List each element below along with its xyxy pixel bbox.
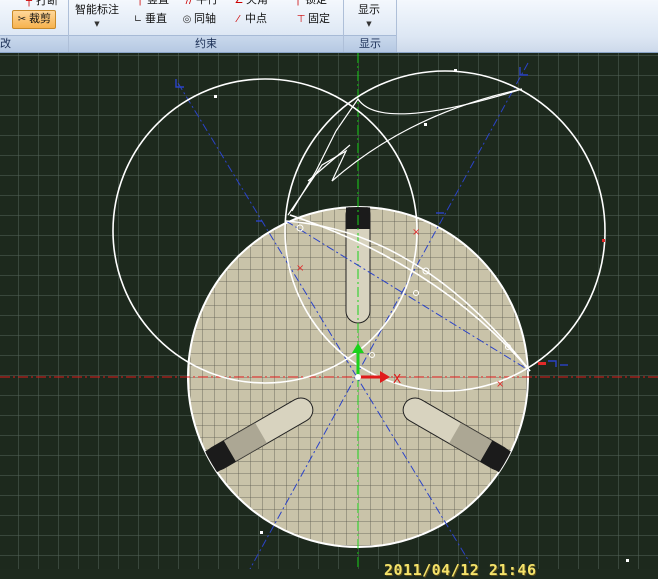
perpendicular-icon: ∟ [133, 14, 143, 25]
perpendicular-constraint-button[interactable]: ∟ 垂直 [131, 12, 167, 27]
midpoint-icon: ⁄ [237, 14, 239, 25]
vertical-icon: │ [136, 0, 144, 6]
lock-icon: ┬ [294, 0, 302, 6]
sketch-canvas[interactable]: × × × X 2011/04/12 21:46 [0, 53, 658, 579]
fixed-icon: ⊤ [296, 14, 306, 25]
x-axis-label: X [393, 372, 401, 386]
svg-text:×: × [296, 263, 304, 274]
midpoint-constraint-button[interactable]: ⁄ 中点 [231, 12, 267, 27]
svg-text:×: × [412, 227, 420, 238]
chevron-down-icon: ▼ [366, 20, 372, 28]
edit-panel: ┼ 打断 ✂ 裁剪 改 [0, 0, 69, 52]
break-button[interactable]: ┼ 打断 [22, 0, 58, 9]
svg-text:×: × [496, 379, 504, 390]
angle-constraint-button[interactable]: ∠夹角 [232, 0, 268, 8]
scissors-icon: ✂ [17, 14, 27, 25]
coaxial-constraint-button[interactable]: ◎ 同轴 [180, 12, 216, 27]
lock-constraint-button[interactable]: ┬锁定 [291, 0, 327, 8]
parallel-icon: // [185, 0, 193, 6]
display-panel: 显示 ▼ 显示 [344, 0, 397, 52]
edit-panel-footer: 改 [0, 35, 68, 52]
trim-button[interactable]: ✂ 裁剪 [12, 10, 56, 29]
coaxial-icon: ◎ [182, 14, 192, 25]
chevron-down-icon: ▼ [94, 20, 100, 28]
photo-timestamp: 2011/04/12 21:46 [384, 561, 537, 579]
constraint-panel: 智能标注 ▼ │竖直 //平行 ∠夹角 ┬锁定 ∟垂直 ◎同轴 ⁄中点 ⊤固定 … [69, 0, 344, 52]
ribbon-toolbar: ┼打断 ✂裁剪 改 智能标注 ▼ │竖直 //平行 ∠夹角 ┬锁定 ∟垂直 ◎同… [0, 0, 658, 53]
constraint-panel-footer: 约束 [69, 35, 343, 52]
vertical-constraint-button[interactable]: │竖直 [133, 0, 169, 8]
break-icon: ┼ [25, 0, 33, 7]
sketch-drawing: × × × X [0, 53, 658, 570]
angle-icon: ∠ [234, 0, 244, 6]
fixed-constraint-button[interactable]: ⊤ 固定 [294, 12, 330, 27]
display-button[interactable]: 显示 ▼ [358, 3, 380, 31]
display-panel-footer: 显示 [344, 35, 396, 52]
smart-dimension-button[interactable]: 智能标注 ▼ [75, 3, 119, 31]
parallel-constraint-button[interactable]: //平行 [182, 0, 218, 8]
